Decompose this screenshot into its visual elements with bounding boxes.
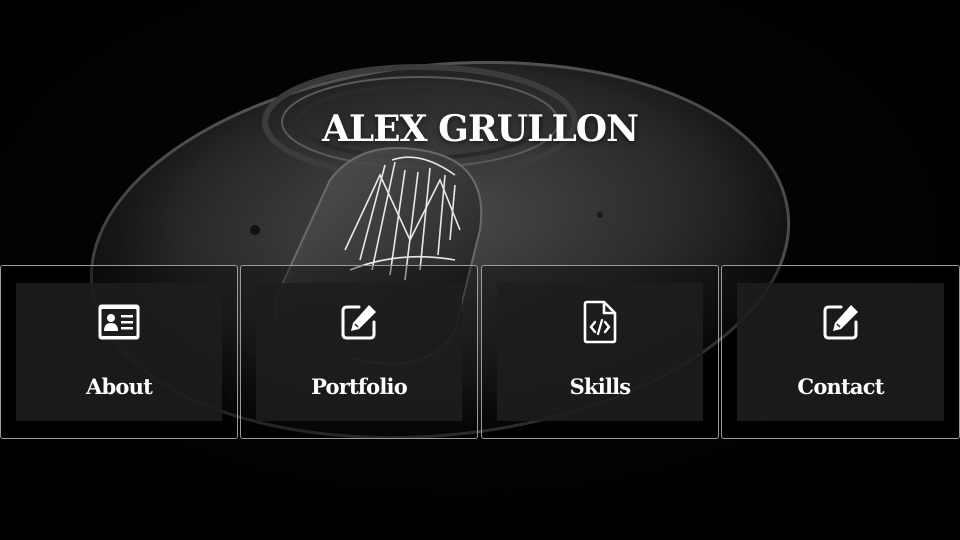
nav-card-label-contact: Contact: [797, 374, 884, 399]
edit-icon: [722, 300, 959, 344]
site-title: ALEX GRULLON: [321, 108, 639, 150]
code-file-icon: [482, 300, 718, 344]
nav-card-label-about: About: [86, 374, 153, 399]
nav-card-portfolio[interactable]: Portfolio: [240, 265, 478, 439]
id-card-icon: [1, 300, 237, 344]
nav-card-about[interactable]: About: [0, 265, 238, 439]
nav-card-skills[interactable]: Skills: [481, 265, 719, 439]
nav-card-label-skills: Skills: [569, 374, 631, 399]
nav-grid: About Portfolio Skills Contact: [0, 265, 960, 440]
hero-section: ALEX GRULLON About Portfolio Skills Cont…: [0, 0, 960, 540]
nav-card-contact[interactable]: Contact: [721, 265, 960, 439]
edit-icon: [241, 300, 477, 344]
nav-card-label-portfolio: Portfolio: [311, 374, 408, 399]
